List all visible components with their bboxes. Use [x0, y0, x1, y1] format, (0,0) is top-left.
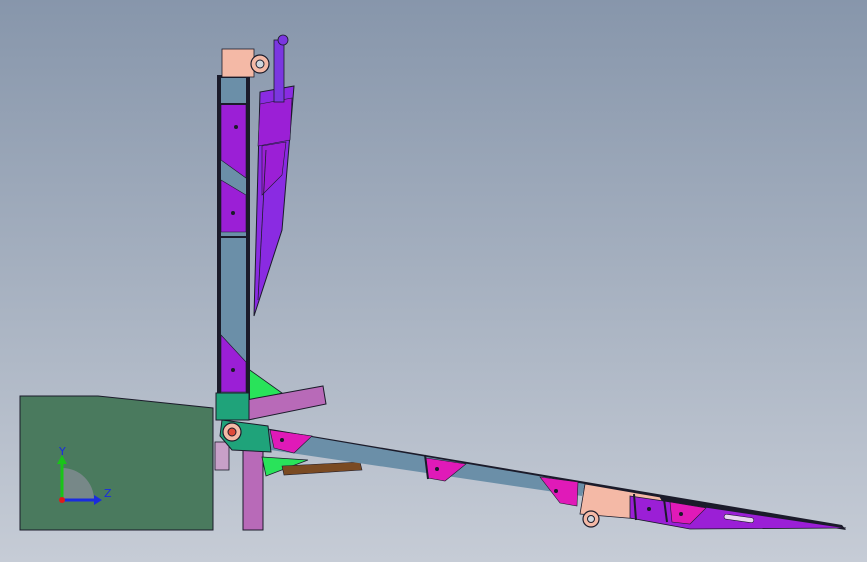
- top-pivot-pin[interactable]: [250, 54, 270, 74]
- boom-lower-pivot[interactable]: [582, 510, 600, 528]
- base-block[interactable]: [19, 395, 214, 531]
- conveyor-boom[interactable]: [223, 421, 847, 530]
- vertical-mast[interactable]: [217, 75, 250, 401]
- hydraulic-cylinder[interactable]: [253, 34, 295, 317]
- support-leg-front[interactable]: [242, 444, 264, 531]
- support-leg-left[interactable]: [214, 441, 230, 471]
- x-axis-dot: [59, 497, 65, 503]
- mast-base-block[interactable]: [215, 392, 250, 421]
- model-scene[interactable]: Y Z: [0, 0, 867, 562]
- top-mount-plate[interactable]: [221, 48, 255, 78]
- z-axis-label: Z: [104, 487, 112, 500]
- cad-viewport[interactable]: Y Z: [0, 0, 867, 562]
- y-axis-label: Y: [58, 445, 66, 458]
